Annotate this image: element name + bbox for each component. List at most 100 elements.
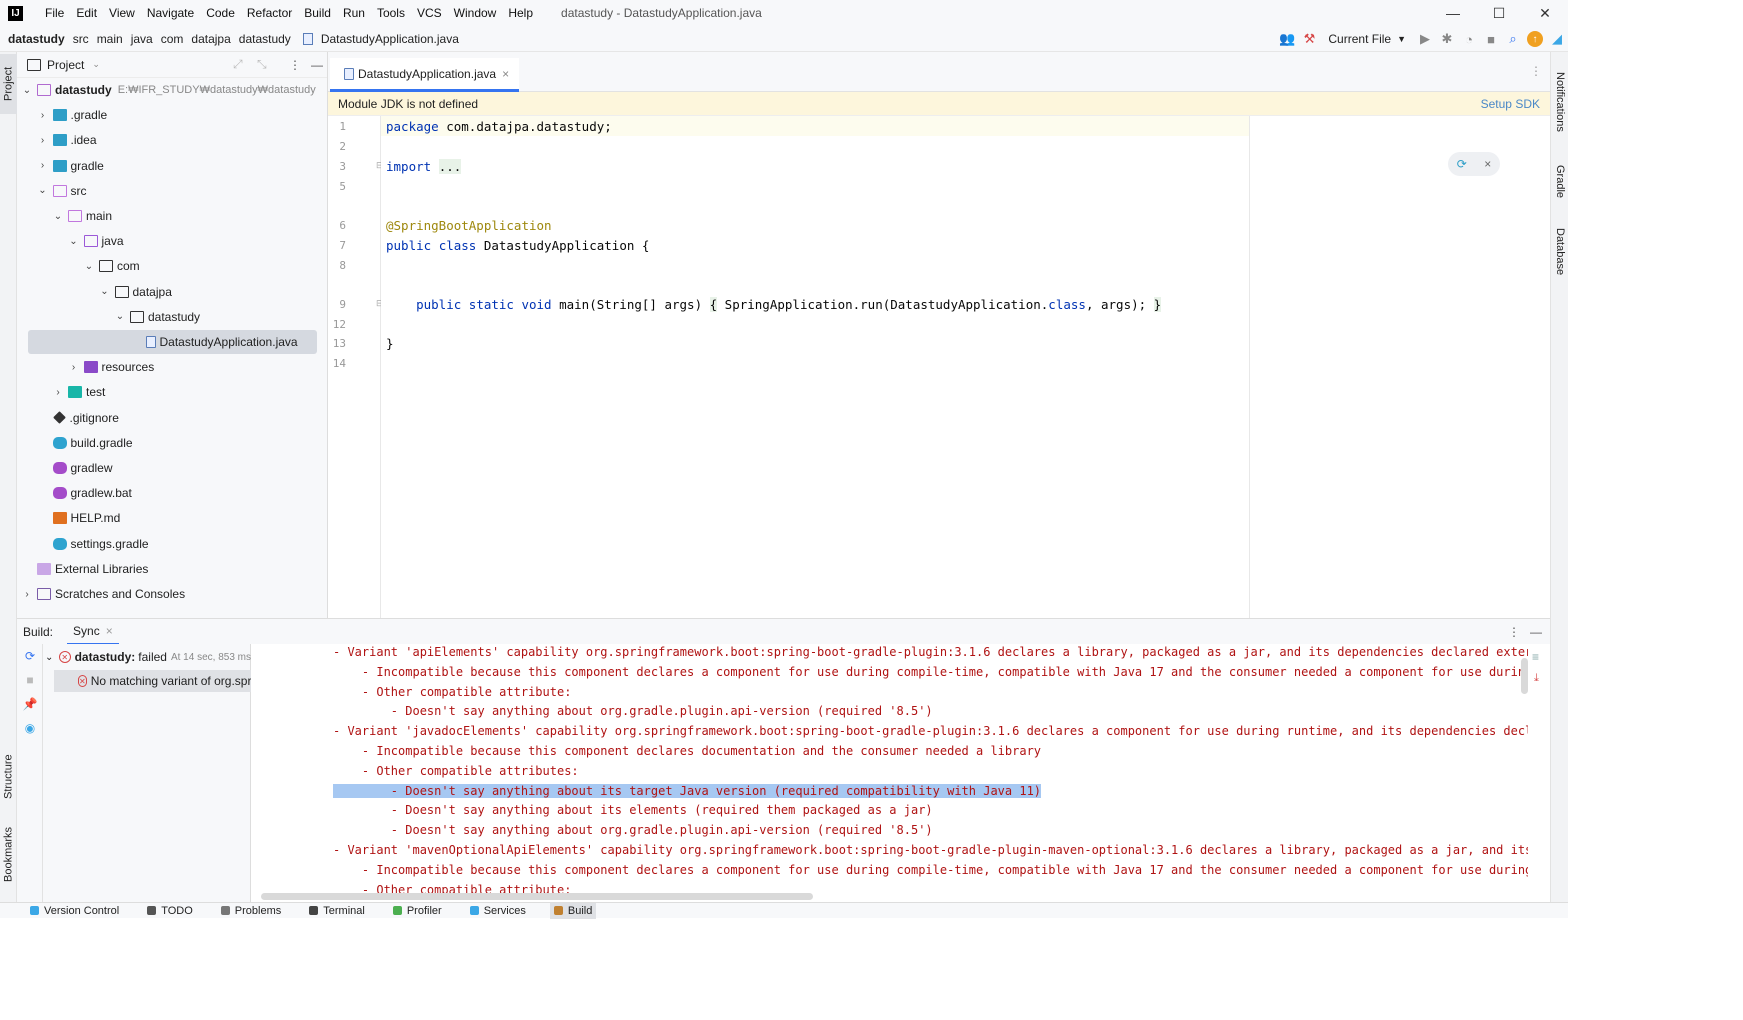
soft-wrap-icon[interactable]: ≡ [1532, 650, 1539, 664]
menu-tools[interactable]: Tools [371, 0, 411, 26]
tree-item-gradlew-bat[interactable]: gradlew.bat [17, 481, 132, 505]
gradle-tool-tab[interactable]: Gradle [1551, 157, 1569, 207]
gradle-reload-icon[interactable]: ⟳ [1457, 157, 1467, 171]
project-tool-tab[interactable]: Project [0, 54, 17, 114]
tree-item-datastudy[interactable]: ⌄ datastudy E:₩IFR_STUDY₩datastudy₩datastu… [17, 78, 316, 102]
breadcrumb-project[interactable]: datastudy [4, 32, 69, 46]
status-tab-profiler[interactable]: Profiler [389, 903, 446, 919]
tree-item-idea[interactable]: › .idea [17, 128, 97, 152]
status-tab-version-control[interactable]: Version Control [26, 903, 123, 919]
update-icon[interactable]: ↑ [1524, 28, 1546, 50]
database-tool-tab[interactable]: Database [1551, 222, 1569, 282]
build-tree-error[interactable]: ✕ No matching variant of org.springframe… [54, 670, 251, 692]
build-output[interactable]: - Variant 'apiElements' capability org.s… [251, 644, 1528, 902]
chevron-right-icon[interactable]: › [68, 362, 80, 373]
menu-navigate[interactable]: Navigate [141, 0, 200, 26]
maximize-button[interactable]: ☐ [1476, 0, 1522, 26]
chevron-down-icon[interactable]: ⌄ [92, 59, 100, 70]
project-panel-title[interactable]: Project [47, 58, 84, 72]
tree-item-settings-gradle[interactable]: settings.gradle [17, 532, 149, 556]
chevron-right-icon[interactable]: › [37, 135, 49, 146]
horizontal-scrollbar[interactable] [261, 893, 813, 900]
chevron-down-icon[interactable]: ⌄ [37, 185, 49, 196]
chevron-down-icon[interactable]: ⌄ [114, 311, 126, 322]
tab-sync[interactable]: Sync × [67, 619, 119, 645]
status-tab-todo[interactable]: TODO [143, 903, 197, 919]
close-tab-icon[interactable]: × [106, 624, 113, 638]
close-icon[interactable]: × [1484, 157, 1491, 171]
close-button[interactable]: ✕ [1522, 0, 1568, 26]
run-configuration-dropdown[interactable]: Current File ▼ [1320, 32, 1414, 46]
expand-all-icon[interactable]: ⤢ [233, 57, 243, 72]
chevron-right-icon[interactable]: › [21, 589, 33, 600]
stop-icon[interactable]: ■ [17, 668, 43, 692]
tree-item-gradlew[interactable]: gradlew [17, 456, 113, 480]
status-tab-build[interactable]: Build [549, 902, 597, 919]
chevron-right-icon[interactable]: › [37, 110, 49, 121]
chevron-down-icon[interactable]: ⌄ [21, 85, 33, 96]
menu-run[interactable]: Run [337, 0, 371, 26]
collapse-all-icon[interactable]: ⤡ [257, 57, 267, 72]
profile-icon[interactable]: ◔ [1458, 28, 1480, 50]
tree-item-datajpa[interactable]: ⌄ datajpa [17, 280, 172, 304]
tree-item-gradle[interactable]: › .gradle [17, 103, 107, 127]
options-icon[interactable]: ⋮ [289, 58, 301, 72]
hide-icon[interactable]: — [311, 58, 323, 72]
folded-imports[interactable]: ... [438, 159, 462, 174]
run-icon[interactable]: ▶ [1414, 28, 1436, 50]
breadcrumb-com[interactable]: com [157, 32, 188, 46]
eye-icon[interactable]: ◉ [17, 716, 43, 740]
tree-item-java[interactable]: ⌄ java [17, 229, 123, 253]
status-tab-services[interactable]: Services [466, 903, 530, 919]
scroll-to-end-icon[interactable]: ⤓ [1534, 672, 1539, 685]
vertical-scrollbar[interactable] [1521, 658, 1528, 694]
chevron-down-icon[interactable]: ⌄ [52, 211, 64, 222]
tree-item-datastudyapplication-java[interactable]: DatastudyApplication.java [28, 330, 317, 354]
chevron-down-icon[interactable]: ⌄ [68, 236, 80, 247]
search-icon[interactable]: ⌕ [1502, 28, 1524, 50]
tree-item-gitignore[interactable]: .gitignore [17, 406, 119, 430]
tab-datastudy-application[interactable]: DatastudyApplication.java × [330, 58, 520, 92]
breadcrumb-datajpa[interactable]: datajpa [187, 32, 234, 46]
tree-item-scratches-and-consoles[interactable]: › Scratches and Consoles [17, 582, 185, 606]
tree-item-help-md[interactable]: HELP.md [17, 506, 120, 530]
menu-vcs[interactable]: VCS [411, 0, 448, 26]
status-tab-terminal[interactable]: Terminal [305, 903, 369, 919]
pin-icon[interactable]: 📌 [17, 692, 43, 716]
bookmarks-tool-tab[interactable]: Bookmarks [0, 817, 17, 892]
chevron-right-icon[interactable]: › [37, 160, 49, 171]
structure-tool-tab[interactable]: Structure [0, 742, 17, 812]
code-editor[interactable]: package com.datajpa.datastudy; import ..… [381, 116, 1550, 618]
options-icon[interactable]: ⋮ [1508, 625, 1520, 639]
stop-icon[interactable]: ■ [1480, 28, 1502, 50]
menu-build[interactable]: Build [298, 0, 337, 26]
chevron-down-icon[interactable]: ⌄ [83, 261, 95, 272]
minimize-button[interactable]: — [1430, 0, 1476, 26]
breadcrumb-main[interactable]: main [93, 32, 127, 46]
menu-view[interactable]: View [103, 0, 141, 26]
tree-item-resources[interactable]: › resources [17, 355, 154, 379]
tree-item-gradle[interactable]: › gradle [17, 154, 104, 178]
hide-icon[interactable]: — [1530, 625, 1542, 639]
tab-options-icon[interactable]: ⋮ [1530, 64, 1542, 78]
breadcrumb-datastudy[interactable]: datastudy [235, 32, 295, 46]
status-tab-problems[interactable]: Problems [217, 903, 285, 919]
chevron-down-icon[interactable]: ⌄ [99, 286, 111, 297]
menu-code[interactable]: Code [200, 0, 241, 26]
setup-sdk-link[interactable]: Setup SDK [1481, 97, 1540, 111]
assistant-icon[interactable]: ◢ [1546, 28, 1568, 50]
menu-refactor[interactable]: Refactor [241, 0, 298, 26]
notifications-tool-tab[interactable]: Notifications [1551, 62, 1569, 142]
tree-item-src[interactable]: ⌄ src [17, 179, 86, 203]
breadcrumb-src[interactable]: src [69, 32, 93, 46]
menu-edit[interactable]: Edit [70, 0, 103, 26]
menu-file[interactable]: File [39, 0, 70, 26]
tree-item-datastudy[interactable]: ⌄ datastudy [17, 305, 200, 329]
user-icon[interactable]: 👥 [1276, 28, 1298, 50]
hammer-icon[interactable]: ⚒ [1298, 28, 1320, 50]
menu-window[interactable]: Window [448, 0, 503, 26]
breadcrumb-file[interactable]: DatastudyApplication.java [317, 32, 463, 46]
sync-icon[interactable]: ⟳ [17, 644, 43, 668]
tree-item-external-libraries[interactable]: External Libraries [17, 557, 148, 581]
tree-item-main[interactable]: ⌄ main [17, 204, 112, 228]
